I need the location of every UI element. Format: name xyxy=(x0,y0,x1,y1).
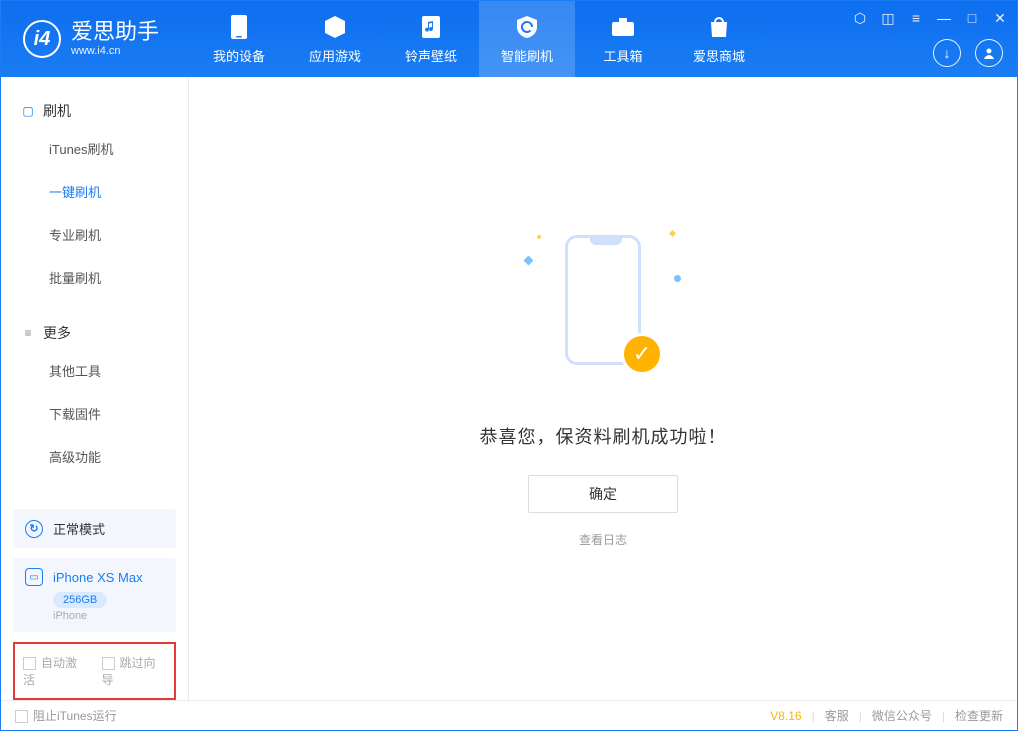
tab-apps[interactable]: 应用游戏 xyxy=(287,1,383,77)
sidebar-item-download-firmware[interactable]: 下载固件 xyxy=(1,392,188,435)
device-card[interactable]: ▭ iPhone XS Max 256GB iPhone xyxy=(13,558,176,632)
minimize-button[interactable]: ― xyxy=(933,7,955,29)
version-label: V8.16 xyxy=(770,709,801,723)
device-mode-card[interactable]: ↻ 正常模式 xyxy=(13,509,176,548)
app-url: www.i4.cn xyxy=(71,45,159,57)
title-bar: i4 爱思助手 www.i4.cn 我的设备 应用游戏 铃声壁纸 智能刷机 工具… xyxy=(1,1,1017,77)
success-message: 恭喜您，保资料刷机成功啦！ xyxy=(480,423,727,449)
phone-icon xyxy=(226,14,252,40)
shirt-icon[interactable]: ⬡ xyxy=(849,7,871,29)
sidebar: ▢刷机 iTunes刷机 一键刷机 专业刷机 批量刷机 ≡更多 其他工具 下载固… xyxy=(1,77,189,700)
mode-icon: ↻ xyxy=(25,520,43,538)
app-logo: i4 爱思助手 www.i4.cn xyxy=(1,20,191,58)
sidebar-item-pro-flash[interactable]: 专业刷机 xyxy=(1,213,188,256)
block-itunes-checkbox[interactable]: 阻止iTunes运行 xyxy=(15,707,117,724)
view-log-link[interactable]: 查看日志 xyxy=(579,531,627,548)
tab-ringtone[interactable]: 铃声壁纸 xyxy=(383,1,479,77)
flash-options-box: 自动激活 跳过向导 xyxy=(13,642,176,700)
cube-icon xyxy=(322,14,348,40)
sidebar-item-oneclick-flash[interactable]: 一键刷机 xyxy=(1,170,188,213)
auto-activate-checkbox[interactable]: 自动激活 xyxy=(23,654,88,688)
close-button[interactable]: ✕ xyxy=(989,7,1011,29)
footer-link-wechat[interactable]: 微信公众号 xyxy=(872,707,932,724)
footer-link-update[interactable]: 检查更新 xyxy=(955,707,1003,724)
header-actions: ↓ xyxy=(933,39,1003,67)
list-icon: ≡ xyxy=(21,326,35,340)
phone-outline-icon: ▢ xyxy=(21,104,35,118)
footer-link-support[interactable]: 客服 xyxy=(825,707,849,724)
music-icon xyxy=(418,14,444,40)
sidebar-section-flash: ▢刷机 xyxy=(1,95,188,127)
tab-flash[interactable]: 智能刷机 xyxy=(479,1,575,77)
tab-mydevice[interactable]: 我的设备 xyxy=(191,1,287,77)
account-button[interactable] xyxy=(975,39,1003,67)
logo-icon: i4 xyxy=(23,20,61,58)
ok-button[interactable]: 确定 xyxy=(528,475,678,513)
bag-icon xyxy=(706,14,732,40)
success-illustration: ✓ xyxy=(543,227,663,387)
window-controls: ⬡ ◫ ≡ ― □ ✕ xyxy=(849,7,1011,29)
app-name: 爱思助手 xyxy=(71,21,159,43)
sidebar-section-more: ≡更多 xyxy=(1,317,188,349)
sidebar-item-advanced[interactable]: 高级功能 xyxy=(1,435,188,478)
checkmark-badge-icon: ✓ xyxy=(621,333,663,375)
mode-label: 正常模式 xyxy=(53,519,105,538)
device-name: iPhone XS Max xyxy=(53,570,143,585)
tab-toolbox[interactable]: 工具箱 xyxy=(575,1,671,77)
device-type: iPhone xyxy=(53,610,164,622)
feedback-icon[interactable]: ◫ xyxy=(877,7,899,29)
sidebar-item-batch-flash[interactable]: 批量刷机 xyxy=(1,256,188,299)
maximize-button[interactable]: □ xyxy=(961,7,983,29)
device-storage: 256GB xyxy=(53,592,107,608)
device-icon: ▭ xyxy=(25,568,43,586)
sidebar-item-itunes-flash[interactable]: iTunes刷机 xyxy=(1,127,188,170)
tab-store[interactable]: 爱思商城 xyxy=(671,1,767,77)
main-content: ✓ 恭喜您，保资料刷机成功啦！ 确定 查看日志 xyxy=(189,77,1017,700)
toolbox-icon xyxy=(610,14,636,40)
refresh-shield-icon xyxy=(514,14,540,40)
skip-guide-checkbox[interactable]: 跳过向导 xyxy=(102,654,167,688)
sidebar-item-other-tools[interactable]: 其他工具 xyxy=(1,349,188,392)
menu-icon[interactable]: ≡ xyxy=(905,7,927,29)
status-bar: 阻止iTunes运行 V8.16 | 客服 | 微信公众号 | 检查更新 xyxy=(1,700,1017,730)
download-button[interactable]: ↓ xyxy=(933,39,961,67)
main-tabs: 我的设备 应用游戏 铃声壁纸 智能刷机 工具箱 爱思商城 xyxy=(191,1,767,77)
